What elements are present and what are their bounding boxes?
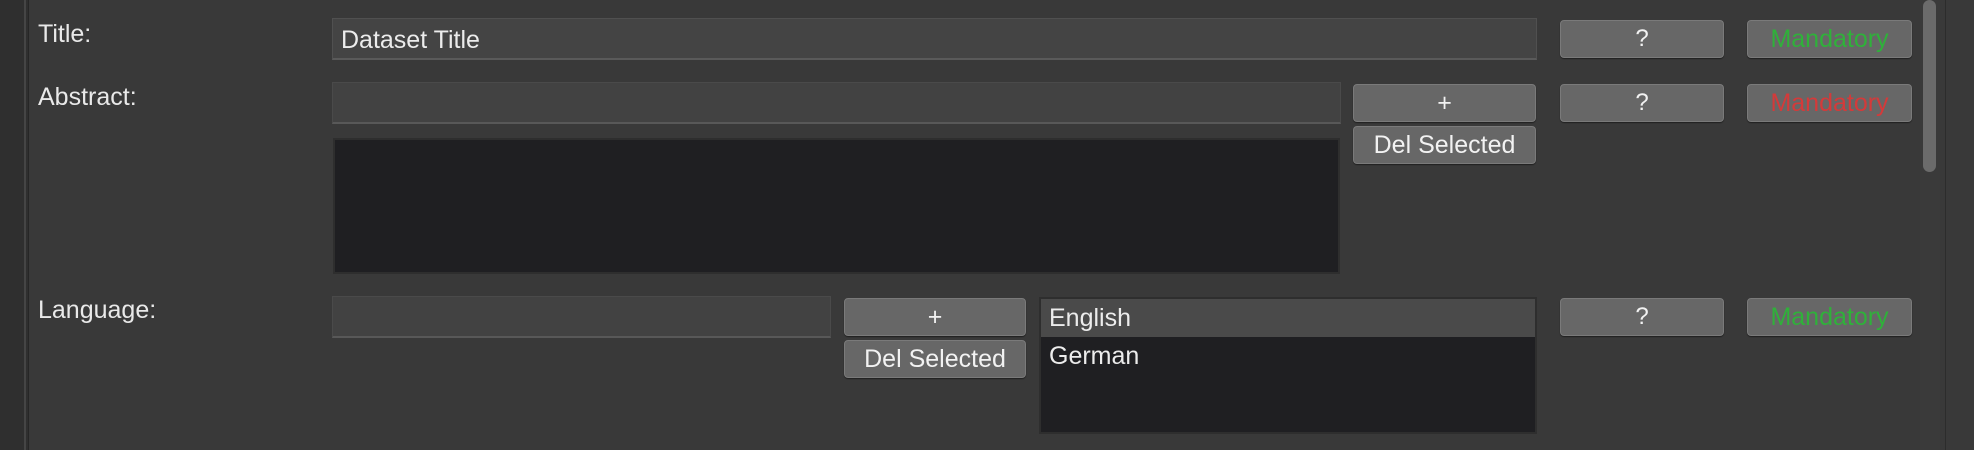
metadata-form: Title: Dataset Title ? Mandatory Abstrac… — [0, 0, 1974, 450]
vertical-scrollbar-thumb[interactable] — [1923, 0, 1936, 172]
abstract-label: Abstract: — [38, 83, 137, 111]
abstract-list[interactable] — [333, 138, 1340, 274]
title-label: Title: — [38, 20, 92, 48]
title-help-button[interactable]: ? — [1560, 20, 1724, 58]
language-del-selected-button[interactable]: Del Selected — [844, 340, 1026, 378]
language-input[interactable] — [332, 296, 831, 338]
abstract-help-button[interactable]: ? — [1560, 84, 1724, 122]
abstract-del-selected-button[interactable]: Del Selected — [1353, 126, 1536, 164]
title-mandatory-label: Mandatory — [1770, 25, 1889, 53]
language-list[interactable]: English German — [1039, 297, 1537, 434]
right-panel-edge — [1945, 0, 1974, 450]
abstract-mandatory-button[interactable]: Mandatory — [1747, 84, 1912, 122]
abstract-mandatory-label: Mandatory — [1770, 89, 1889, 117]
language-label: Language: — [38, 296, 157, 324]
language-list-item[interactable]: German — [1041, 337, 1535, 375]
abstract-add-button[interactable]: + — [1353, 84, 1536, 122]
language-add-button[interactable]: + — [844, 298, 1026, 336]
language-mandatory-label: Mandatory — [1770, 303, 1889, 331]
left-panel-divider — [24, 0, 26, 450]
abstract-input[interactable] — [332, 82, 1341, 124]
title-mandatory-button[interactable]: Mandatory — [1747, 20, 1912, 58]
language-help-button[interactable]: ? — [1560, 298, 1724, 336]
title-input[interactable]: Dataset Title — [332, 18, 1537, 60]
left-panel-edge — [0, 0, 29, 450]
language-mandatory-button[interactable]: Mandatory — [1747, 298, 1912, 336]
language-list-item[interactable]: English — [1041, 299, 1535, 337]
